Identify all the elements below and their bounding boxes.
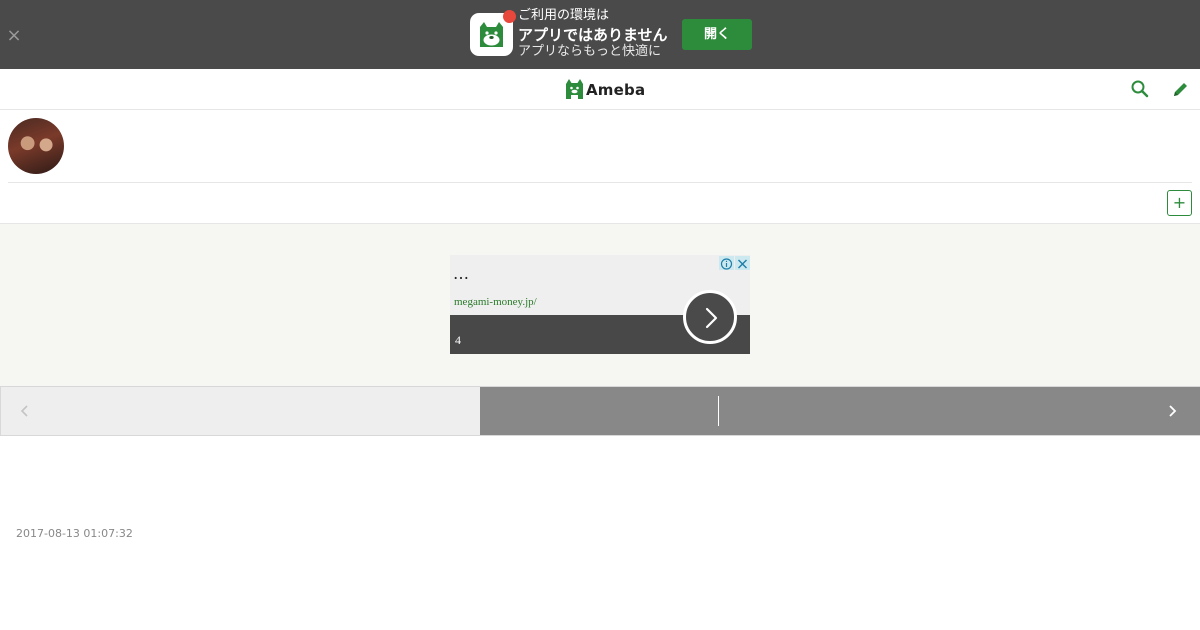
notification-dot <box>503 10 516 23</box>
next-entry-button[interactable] <box>480 387 1200 435</box>
ad-url[interactable]: megami-money.jp/ <box>454 295 537 309</box>
ad-card[interactable]: … megami-money.jp/ 4 <box>450 255 750 354</box>
banner-close-button[interactable]: × <box>6 26 22 46</box>
avatar[interactable] <box>8 118 64 174</box>
app-banner: × ご利用の環境は アプリではありません アプリならもっと快適に 開く <box>0 0 1200 69</box>
search-icon[interactable] <box>1130 79 1150 99</box>
ameba-logo-icon <box>566 79 583 99</box>
banner-text-line2: アプリではありません <box>518 26 668 44</box>
logo-text: Ameba <box>586 81 646 99</box>
ad-arrow-button[interactable] <box>683 290 737 344</box>
follow-button[interactable]: + <box>1167 190 1192 216</box>
open-app-button[interactable]: 開く <box>682 19 752 50</box>
ad-area: … megami-money.jp/ 4 <box>0 224 1200 386</box>
ameba-mascot-icon <box>480 22 503 47</box>
post-date: 2017-08-13 01:07:32 <box>16 527 133 540</box>
site-header: Ameba <box>0 69 1200 110</box>
ad-number: 4 <box>455 333 461 347</box>
ad-info-icon[interactable] <box>719 256 734 270</box>
prev-entry-button[interactable] <box>0 387 480 435</box>
chevron-right-icon <box>1169 405 1177 417</box>
entry-pager <box>0 386 1200 436</box>
banner-text-line3: アプリならもっと快適に <box>518 44 662 59</box>
banner-text-line1: ご利用の環境は <box>518 8 610 23</box>
profile-area: + <box>0 110 1200 224</box>
ad-title: … <box>453 264 469 283</box>
chevron-left-icon <box>20 405 28 417</box>
chevron-right-icon <box>705 307 718 329</box>
pager-divider <box>718 396 719 426</box>
profile-divider <box>8 182 1192 183</box>
ad-close-icon[interactable] <box>735 256 750 270</box>
pencil-icon[interactable] <box>1171 79 1191 99</box>
